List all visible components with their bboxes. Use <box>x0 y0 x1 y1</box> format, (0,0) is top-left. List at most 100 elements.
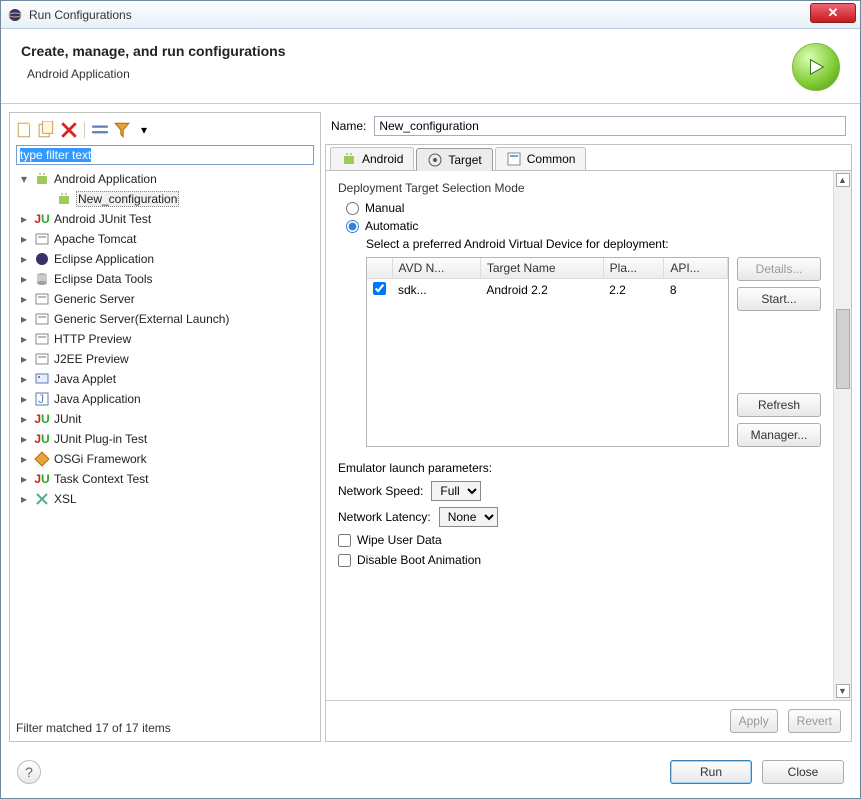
tree-twisty-icon[interactable]: ▸ <box>18 273 30 285</box>
tree-twisty-icon[interactable]: ▸ <box>18 493 30 505</box>
tree-twisty-icon[interactable]: ▸ <box>18 213 30 225</box>
tree-item-applet[interactable]: ▸ Java Applet <box>16 369 314 389</box>
cell-target: Android 2.2 <box>480 279 603 302</box>
tree-item-httpprev[interactable]: ▸ HTTP Preview <box>16 329 314 349</box>
titlebar[interactable]: Run Configurations ✕ <box>1 1 860 29</box>
tree-item-tomcat[interactable]: ▸Apache Tomcat <box>16 229 314 249</box>
dropdown-arrow-icon[interactable]: ▾ <box>135 121 153 139</box>
tree-item-xsl[interactable]: ▸XSL <box>16 489 314 509</box>
tree-item-junit2[interactable]: ▸JUJUnit <box>16 409 314 429</box>
start-button[interactable]: Start... <box>737 287 821 311</box>
dialog-footer: ? Run Close <box>1 750 860 798</box>
tree-label: Generic Server(External Launch) <box>54 312 229 326</box>
collapse-icon[interactable] <box>91 121 109 139</box>
tree-twisty-icon[interactable]: ▸ <box>18 313 30 325</box>
latency-select[interactable]: None <box>439 507 498 527</box>
details-button[interactable]: Details... <box>737 257 821 281</box>
name-row: Name: <box>325 112 852 140</box>
scroll-thumb[interactable] <box>836 309 850 389</box>
tree-twisty-icon[interactable]: ▸ <box>18 233 30 245</box>
tree-label: Java Applet <box>54 372 116 386</box>
col-api[interactable]: API... <box>664 258 728 279</box>
refresh-button[interactable]: Refresh <box>737 393 821 417</box>
tree-twisty-icon[interactable]: ▸ <box>18 333 30 345</box>
help-button[interactable]: ? <box>17 760 41 784</box>
server-icon <box>34 351 50 367</box>
android-icon <box>56 191 72 207</box>
tree-twisty-icon[interactable]: ▸ <box>18 413 30 425</box>
config-tree[interactable]: ▾Android ApplicationNew_configuration▸JU… <box>16 169 314 715</box>
run-button[interactable]: Run <box>670 760 752 784</box>
tree-twisty-icon[interactable]: ▾ <box>18 173 30 185</box>
tree-item-eclipse[interactable]: ▸Eclipse Application <box>16 249 314 269</box>
tree-twisty-icon[interactable]: ▸ <box>18 353 30 365</box>
tree-item-genserverext[interactable]: ▸ Generic Server(External Launch) <box>16 309 314 329</box>
tab-android[interactable]: Android <box>330 147 414 170</box>
scroll-up-icon[interactable]: ▲ <box>836 173 850 187</box>
tree-label: New_configuration <box>76 191 179 207</box>
speed-select[interactable]: Full <box>431 481 481 501</box>
disable-boot-checkbox[interactable]: Disable Boot Animation <box>338 553 821 567</box>
eclipse-icon <box>34 251 50 267</box>
cell-api: 8 <box>664 279 728 302</box>
tree-twisty-icon[interactable]: ▸ <box>18 473 30 485</box>
radio-automatic[interactable]: Automatic <box>346 219 821 233</box>
tree-item-javaapp[interactable]: ▸JJava Application <box>16 389 314 409</box>
emulator-params: Emulator launch parameters: Network Spee… <box>338 461 821 567</box>
tree-twisty-icon[interactable]: ▸ <box>18 293 30 305</box>
delete-config-icon[interactable] <box>60 121 78 139</box>
avd-table[interactable]: AVD N... Target Name Pla... API... sdk..… <box>366 257 729 447</box>
speed-label: Network Speed: <box>338 484 423 498</box>
tree-label: Android JUnit Test <box>54 212 151 226</box>
tabs: Android Target Common <box>326 145 851 171</box>
tree-item-taskctx[interactable]: ▸ JU Task Context Test <box>16 469 314 489</box>
xsl-icon <box>34 491 50 507</box>
tree-item-osgi[interactable]: ▸OSGi Framework <box>16 449 314 469</box>
tab-target[interactable]: Target <box>416 148 492 171</box>
tab-common[interactable]: Common <box>495 147 587 170</box>
avd-checkbox[interactable] <box>373 282 386 295</box>
radio-manual[interactable]: Manual <box>346 201 821 215</box>
close-button[interactable]: Close <box>762 760 844 784</box>
tree-label: Eclipse Data Tools <box>54 272 153 286</box>
avd-section: Select a preferred Android Virtual Devic… <box>366 237 821 447</box>
scroll-down-icon[interactable]: ▼ <box>836 684 850 698</box>
tree-item-junitplugin[interactable]: ▸JUJUnit Plug-in Test <box>16 429 314 449</box>
col-platform[interactable]: Pla... <box>603 258 664 279</box>
tree-twisty-icon[interactable]: ▸ <box>18 373 30 385</box>
tab-target-panel: Deployment Target Selection Mode Manual … <box>326 171 833 700</box>
col-target[interactable]: Target Name <box>480 258 603 279</box>
tree-label: JUnit Plug-in Test <box>54 432 147 446</box>
junit-icon: JU <box>34 471 50 487</box>
filter-input[interactable]: type filter text <box>16 145 314 165</box>
wipe-checkbox[interactable]: Wipe User Data <box>338 533 821 547</box>
col-avd-name[interactable]: AVD N... <box>392 258 480 279</box>
tree-item-j2ee[interactable]: ▸J2EE Preview <box>16 349 314 369</box>
avd-buttons: Details... Start... Refresh Manager... <box>737 257 821 447</box>
name-input[interactable] <box>374 116 846 136</box>
tree-label: Task Context Test <box>54 472 149 486</box>
duplicate-config-icon[interactable] <box>38 121 56 139</box>
tree-item-junit[interactable]: ▸JUAndroid JUnit Test <box>16 209 314 229</box>
tree-twisty-icon[interactable]: ▸ <box>18 453 30 465</box>
vertical-scrollbar[interactable]: ▲ ▼ <box>833 171 851 700</box>
tree-label: Java Application <box>54 392 141 406</box>
tree-twisty-icon[interactable]: ▸ <box>18 433 30 445</box>
table-row[interactable]: sdk...Android 2.22.28 <box>367 279 728 302</box>
filter-icon[interactable] <box>113 121 131 139</box>
tree-label: HTTP Preview <box>54 332 131 346</box>
left-panel: ▾ type filter text ▾ Android Application N… <box>9 112 321 742</box>
tree-twisty-icon[interactable]: ▸ <box>18 253 30 265</box>
tree-label: Generic Server <box>54 292 135 306</box>
new-config-icon[interactable] <box>16 121 34 139</box>
tree-twisty-icon[interactable]: ▸ <box>18 393 30 405</box>
tree-item-android-app[interactable]: ▾ Android Application <box>16 169 314 189</box>
window-close-button[interactable]: ✕ <box>810 3 856 23</box>
tree-item-genserver[interactable]: ▸ Generic Server <box>16 289 314 309</box>
manager-button[interactable]: Manager... <box>737 423 821 447</box>
revert-button[interactable]: Revert <box>788 709 841 733</box>
tree-label: Android Application <box>54 172 157 186</box>
tree-item-datatools[interactable]: ▸ Eclipse Data Tools <box>16 269 314 289</box>
apply-button[interactable]: Apply <box>730 709 778 733</box>
tree-item-new-config[interactable]: New_configuration <box>16 189 314 209</box>
